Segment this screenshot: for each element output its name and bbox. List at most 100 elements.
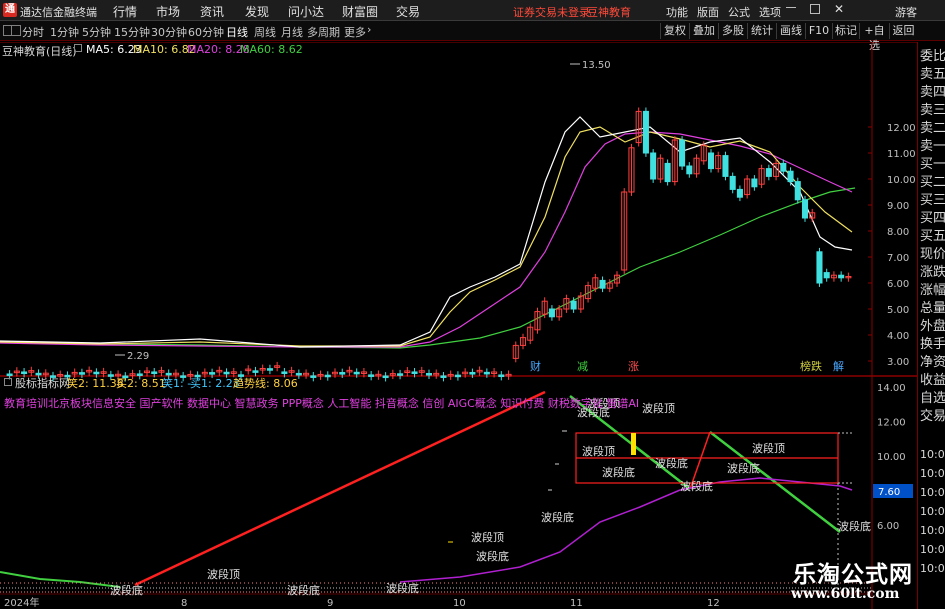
candle-body[interactable] [794,181,801,201]
candle-body[interactable] [353,371,360,375]
candle-body[interactable] [599,279,606,289]
panel-toggle-icon-2[interactable] [12,25,21,36]
candle-body[interactable] [93,371,100,375]
wave-label: 波段底 [110,583,143,597]
draw-line-button[interactable]: 画线 [776,23,805,39]
candle-body[interactable] [368,374,375,377]
candle-body[interactable] [801,199,809,219]
candle-body[interactable] [650,152,657,180]
statistics-button[interactable]: 统计 [747,23,776,39]
candle-body[interactable] [483,371,490,375]
menu-ask[interactable]: 问小达 [288,3,324,20]
menu-options[interactable]: 选项 [759,4,781,20]
candle-body[interactable] [339,372,346,375]
candle-body[interactable] [498,374,505,378]
guest-label[interactable]: 游客 [895,4,917,20]
menu-wealth[interactable]: 财富圈 [342,3,378,20]
period-tab-15min[interactable]: 15分钟 [114,24,150,40]
candle-body[interactable] [266,368,273,371]
maximize-icon[interactable] [810,4,820,14]
y-tick-label: 11.00 [887,149,916,160]
candle-body[interactable] [686,165,693,175]
candle-body[interactable] [21,371,28,375]
period-tab-30min[interactable]: 30分钟 [151,24,187,40]
candle-body[interactable] [823,272,830,279]
settings-box-icon[interactable] [74,44,82,52]
overlay-button[interactable]: 叠加 [689,23,718,39]
minimize-icon[interactable] [786,7,796,8]
candle-body[interactable] [151,371,158,374]
add-watchlist-button[interactable]: +自选 [859,23,889,52]
event-marker-finance[interactable]: 财 [530,359,541,373]
period-tab-weekly[interactable]: 周线 [254,24,276,40]
period-tab-5min[interactable]: 5分钟 [82,24,111,40]
menu-formula[interactable]: 公式 [728,4,750,20]
event-marker-unlock[interactable]: 解 [833,359,844,373]
candle-body[interactable] [324,374,331,378]
candle-body[interactable] [209,372,216,375]
candle-body[interactable] [281,371,288,374]
menu-quotes[interactable]: 行情 [113,3,137,20]
candle-body[interactable] [722,155,729,177]
candle-body[interactable] [6,373,13,377]
candle-body[interactable] [252,370,259,373]
candle-body[interactable] [411,371,418,374]
panel-toggle-icon[interactable] [3,25,12,36]
candle-body[interactable] [548,308,555,318]
login-status[interactable]: 证券交易未登录 [513,4,590,20]
period-tab-monthly[interactable]: 月线 [281,24,303,40]
adjust-button[interactable]: 复权 [660,23,689,39]
menu-function[interactable]: 功能 [666,4,688,20]
quote-field-label: 卖五 [920,67,945,82]
y-tick-label: 6.00 [877,521,899,532]
candle-body[interactable] [664,162,671,183]
candle-body[interactable] [838,274,845,279]
multi-stock-button[interactable]: 多股 [718,23,747,39]
period-tab-multi[interactable]: 多周期 [307,24,340,40]
indicator-name[interactable]: 股标指标网 [15,375,70,391]
candle-body[interactable] [78,372,85,375]
candle-body[interactable] [570,300,577,310]
chart-area[interactable]: 13.50 2.29 财 减 涨 榜跌 解 12.00 11.00 10.00 9.0… [0,42,917,609]
candle-body[interactable] [397,373,404,376]
candle-body[interactable] [679,139,686,167]
period-tab-more[interactable]: 更多 [344,24,366,40]
candle-body[interactable] [816,251,823,284]
chevron-right-icon[interactable]: › [367,23,371,36]
tick-time: 10:00 [920,524,945,537]
menu-news[interactable]: 资讯 [200,3,224,20]
quote-side-panel: 委比 卖五 卖四 卖三 卖二 卖一 买一 买二 买三 买四 买五 现价 涨跌 涨幅 总量 外盘 换手 净资 收益 自选… [917,42,945,609]
candle-body[interactable] [736,188,743,198]
candle-body[interactable] [223,371,230,375]
close-icon[interactable]: ✕ [834,2,844,16]
candle-body[interactable] [454,374,461,378]
candle-body[interactable] [729,175,736,190]
menu-layout[interactable]: 版面 [697,4,719,20]
event-marker-rise[interactable]: 涨 [628,360,639,373]
period-tab-timeshare[interactable]: 分时 [22,24,44,40]
menu-market[interactable]: 市场 [156,3,180,20]
menu-discover[interactable]: 发现 [245,3,269,20]
back-button[interactable]: 返回 [889,23,917,39]
candle-body[interactable] [751,178,758,188]
indicator-settings-icon[interactable] [4,378,12,386]
event-marker-list-drop[interactable]: 榜跌 [800,359,822,373]
event-marker-reduce[interactable]: 减 [577,360,588,373]
candle-body[interactable] [425,373,433,376]
menu-trade[interactable]: 交易 [396,3,420,20]
candle-body[interactable] [642,110,649,154]
candle-body[interactable] [469,371,476,375]
candle-body[interactable] [787,170,794,183]
candle-body[interactable] [382,375,389,379]
candle-body[interactable] [780,162,787,172]
f10-button[interactable]: F10 [805,23,832,39]
mark-button[interactable]: 标记 [832,23,859,39]
chart-canvas[interactable]: 13.50 2.29 财 减 涨 榜跌 解 12.00 11.00 10.00 9.0… [0,42,917,609]
period-tab-60min[interactable]: 60分钟 [188,24,224,40]
period-tab-1min[interactable]: 1分钟 [50,24,79,40]
candle-body[interactable] [440,375,447,378]
candle-body[interactable] [310,375,317,378]
period-tab-daily[interactable]: 日线 [226,24,248,40]
candle-body[interactable] [707,152,715,170]
candle-body[interactable] [765,168,772,177]
